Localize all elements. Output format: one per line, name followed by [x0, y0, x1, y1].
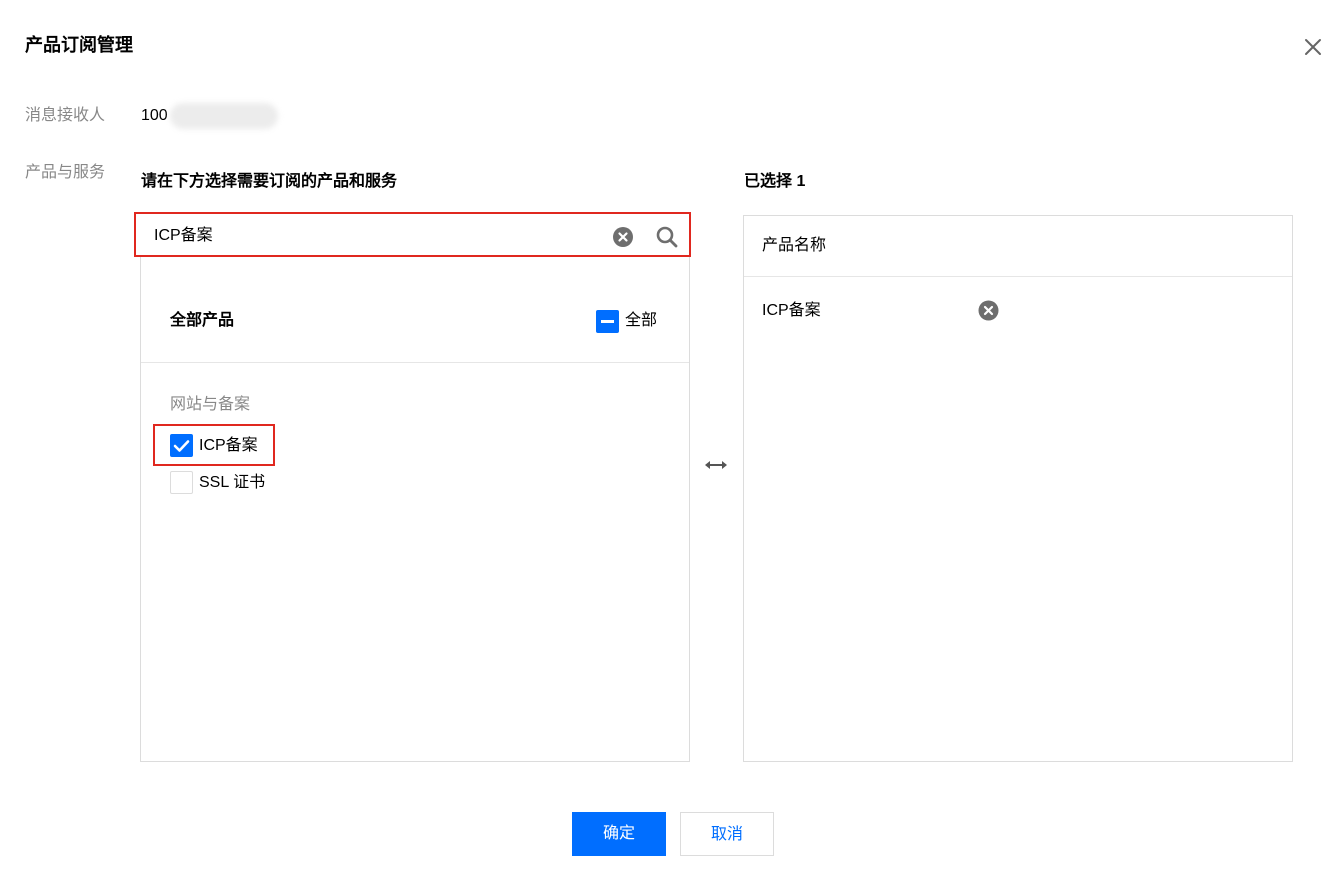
product-item-icp[interactable]: ICP备案: [170, 434, 258, 457]
checkbox-checked-icon[interactable]: [170, 434, 193, 457]
product-search-box[interactable]: ICP备案: [134, 212, 691, 257]
search-input[interactable]: ICP备案: [154, 225, 213, 247]
subscription-dialog: 产品订阅管理 消息接收人 100 产品与服务 请在下方选择需要订阅的产品和服务 …: [0, 0, 1338, 869]
indeterminate-checkbox-icon[interactable]: [596, 309, 619, 333]
checkbox-unchecked-icon[interactable]: [170, 471, 193, 494]
search-icon[interactable]: [656, 226, 678, 248]
left-right-arrow-icon: [704, 457, 728, 473]
panel-divider: [141, 362, 689, 363]
dialog-title: 产品订阅管理: [25, 35, 133, 55]
selected-list-panel: [743, 215, 1293, 762]
panel-divider: [744, 276, 1292, 277]
select-all-checkbox[interactable]: 全部: [596, 309, 657, 333]
select-all-label: 全部: [625, 312, 658, 329]
right-panel-heading: 已选择 1: [744, 173, 806, 190]
products-label: 产品与服务: [25, 164, 106, 181]
close-icon[interactable]: [1302, 36, 1324, 58]
remove-circle-icon[interactable]: [978, 300, 999, 321]
cancel-button[interactable]: 取消: [680, 812, 774, 856]
left-panel-heading: 请在下方选择需要订阅的产品和服务: [141, 173, 398, 190]
group-label: 网站与备案: [170, 396, 251, 413]
product-item-label: SSL 证书: [199, 473, 266, 491]
column-header-product-name: 产品名称: [762, 237, 827, 254]
redacted-mask: [170, 103, 278, 129]
product-item-label: ICP备案: [199, 436, 258, 454]
receiver-value: 100: [141, 107, 168, 124]
confirm-button[interactable]: 确定: [572, 812, 666, 856]
product-item-ssl[interactable]: SSL 证书: [170, 471, 265, 494]
receiver-label: 消息接收人: [25, 107, 106, 124]
selected-item-label: ICP备案: [762, 302, 821, 319]
clear-circle-icon[interactable]: [613, 227, 633, 247]
all-products-title: 全部产品: [170, 312, 235, 329]
